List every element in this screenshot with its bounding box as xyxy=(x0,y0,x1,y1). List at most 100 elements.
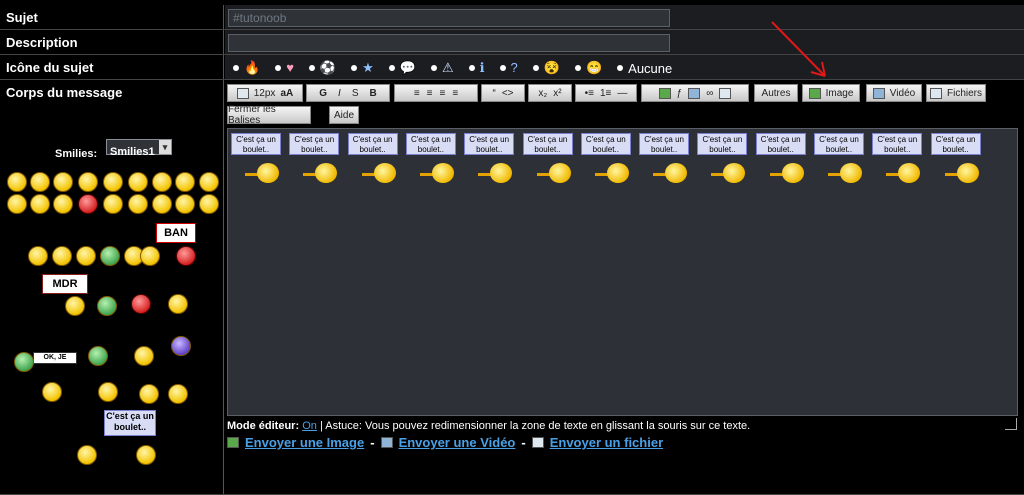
radio-dot-icon[interactable] xyxy=(388,65,395,71)
send-image-link[interactable]: Envoyer une Image xyxy=(245,435,364,450)
angry-smiley-icon[interactable] xyxy=(78,194,98,214)
topic-icon-none-option[interactable]: Aucune xyxy=(617,61,672,76)
resize-handle-icon[interactable] xyxy=(1005,418,1017,430)
table-icon[interactable] xyxy=(719,87,732,99)
smiley-icon[interactable] xyxy=(175,194,195,214)
quote-icon[interactable]: “ xyxy=(492,88,495,99)
radio-dot-icon[interactable] xyxy=(499,65,506,71)
subject-input[interactable]: #tutonoob xyxy=(228,9,670,27)
purple-smiley-icon[interactable] xyxy=(171,336,191,356)
justify-icon[interactable]: ≡ xyxy=(452,88,458,99)
topic-icon-option[interactable]: ♥ xyxy=(275,60,294,76)
send-video-link[interactable]: Envoyer une Vidéo xyxy=(399,435,516,450)
thumbs-up-smiley-icon[interactable] xyxy=(140,246,160,266)
image-button[interactable]: Image xyxy=(802,84,860,102)
radio-dot-icon[interactable] xyxy=(468,65,475,71)
b-button[interactable]: B xyxy=(370,88,377,99)
topic-icon-option[interactable]: ⚠ xyxy=(430,60,454,76)
align-center-icon[interactable]: ≡ xyxy=(427,88,433,99)
radio-dot-icon[interactable] xyxy=(574,65,581,71)
italic-button[interactable]: I xyxy=(338,88,341,99)
autres-button[interactable]: Autres xyxy=(754,84,798,102)
ok-je-sors-sign-icon[interactable]: OK, JE SORS! xyxy=(33,352,77,371)
numbered-list-icon[interactable]: 1≡ xyxy=(600,88,611,99)
smilies-select[interactable]: Smilies1 ▾ xyxy=(106,139,172,158)
red-smiley-icon[interactable] xyxy=(131,294,151,314)
subscript-icon[interactable]: x₂ xyxy=(538,88,547,99)
topic-icon-option[interactable]: 💬 xyxy=(388,60,416,76)
smiley-icon[interactable] xyxy=(175,172,195,192)
topic-icon-option[interactable]: ⚽ xyxy=(308,60,336,76)
link-icon[interactable]: ∞ xyxy=(706,88,713,99)
smiley-icon[interactable] xyxy=(139,384,159,404)
files-button[interactable]: Fichiers xyxy=(926,84,986,102)
ban-sign-icon[interactable]: BAN xyxy=(156,223,196,243)
smiley-icon[interactable] xyxy=(199,172,219,192)
ban-smiley-icon[interactable] xyxy=(176,246,196,266)
boulet-smiley-icon[interactable] xyxy=(136,445,156,465)
smiley-icon[interactable] xyxy=(128,194,148,214)
boulet-bubble-icon[interactable]: C'est ça un boulet.. xyxy=(104,410,156,436)
wink-smiley-icon[interactable] xyxy=(134,346,154,366)
document-icon[interactable] xyxy=(688,87,701,99)
ufo-smiley-icon[interactable] xyxy=(97,296,117,316)
smiley-icon[interactable] xyxy=(53,194,73,214)
leaf-smiley-icon[interactable] xyxy=(88,346,108,366)
arrow-smiley-icon[interactable] xyxy=(52,246,72,266)
topic-icon-option[interactable]: 🔥 xyxy=(233,60,260,76)
smiley-icon[interactable] xyxy=(53,172,73,192)
mode-toggle-link[interactable]: On xyxy=(302,420,317,432)
topic-icon-option[interactable]: 😵 xyxy=(532,60,560,76)
smiley-icon[interactable] xyxy=(78,172,98,192)
smiley-icon[interactable] xyxy=(152,172,172,192)
smiley-icon[interactable] xyxy=(7,194,27,214)
description-input[interactable] xyxy=(228,34,670,52)
topic-icon-option[interactable]: ★ xyxy=(351,60,374,76)
smiley-icon[interactable] xyxy=(168,384,188,404)
chevron-down-icon[interactable]: ▾ xyxy=(159,140,171,154)
pointing-smiley-icon[interactable] xyxy=(98,382,118,402)
smiley-icon[interactable] xyxy=(30,172,50,192)
topic-icon-option[interactable]: 😁 xyxy=(574,60,602,76)
bullet-list-icon[interactable]: •≡ xyxy=(585,88,594,99)
flash-icon[interactable]: ƒ xyxy=(677,88,683,99)
radio-dot-icon[interactable] xyxy=(275,65,282,71)
topic-icon-option[interactable]: ? xyxy=(499,60,518,76)
strike-button[interactable]: S xyxy=(352,88,359,99)
superscript-icon[interactable]: x² xyxy=(553,88,561,99)
mdr-sign-icon[interactable]: MDR xyxy=(42,274,88,294)
smiley-icon[interactable] xyxy=(76,246,96,266)
bold-button[interactable]: G xyxy=(319,88,327,99)
smiley-icon[interactable] xyxy=(103,172,123,192)
image-insert-icon[interactable] xyxy=(658,87,671,99)
help-button[interactable]: Aide xyxy=(329,106,359,124)
code-icon[interactable]: <> xyxy=(502,88,514,99)
smiley-icon[interactable] xyxy=(77,445,97,465)
ok-smiley-icon[interactable] xyxy=(14,352,34,372)
mdr-smiley-icon[interactable] xyxy=(65,296,85,316)
smiley-icon[interactable] xyxy=(128,172,148,192)
smiley-icon[interactable] xyxy=(7,172,27,192)
smiley-icon[interactable] xyxy=(28,246,48,266)
cheering-smiley-icon[interactable] xyxy=(42,382,62,402)
radio-dot-icon[interactable] xyxy=(430,65,437,71)
align-left-icon[interactable]: ≡ xyxy=(414,88,420,99)
video-button[interactable]: Vidéo xyxy=(866,84,922,102)
radio-dot-icon[interactable] xyxy=(532,65,539,71)
grin-green-smiley-icon[interactable] xyxy=(100,246,120,266)
align-right-icon[interactable]: ≡ xyxy=(440,88,446,99)
radio-dot-icon[interactable] xyxy=(351,65,358,71)
close-tags-button[interactable]: Fermer les Balises xyxy=(227,104,311,126)
radio-dot-icon[interactable] xyxy=(233,65,239,71)
message-editor[interactable]: C'est ça un boulet.. C'est ça un boulet..… xyxy=(227,128,1018,416)
horizontal-rule-icon[interactable]: — xyxy=(617,88,627,99)
radio-dot-icon[interactable] xyxy=(617,65,624,71)
smiley-icon[interactable] xyxy=(199,194,219,214)
smiley-icon[interactable] xyxy=(103,194,123,214)
sad-smiley-icon[interactable] xyxy=(168,294,188,314)
topic-icon-option[interactable]: ℹ xyxy=(468,60,485,76)
smiley-icon[interactable] xyxy=(30,194,50,214)
smiley-icon[interactable] xyxy=(152,194,172,214)
radio-dot-icon[interactable] xyxy=(308,65,315,71)
send-file-link[interactable]: Envoyer un fichier xyxy=(550,435,663,450)
